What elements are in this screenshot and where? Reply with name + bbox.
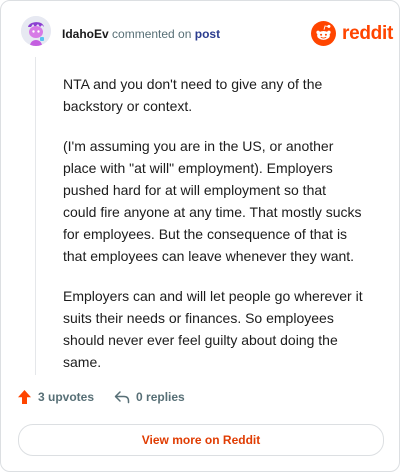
reply-button[interactable]: 0 replies <box>114 389 185 405</box>
upvote-count: 3 upvotes <box>38 390 95 404</box>
view-more-button[interactable]: View more on Reddit <box>18 424 384 456</box>
upvote-button[interactable]: 3 upvotes <box>17 389 94 405</box>
avatar-icon <box>21 16 51 46</box>
thread-line <box>35 57 36 375</box>
comment-header: IdahoEv commented on post <box>62 27 220 41</box>
reddit-wordmark: reddit <box>342 22 393 44</box>
comment-paragraph: Employers can and will let people go whe… <box>63 288 363 370</box>
comment-paragraph: NTA and you don't need to give any of th… <box>63 76 323 114</box>
comment-body: NTA and you don't need to give any of th… <box>63 73 363 391</box>
upvote-arrow-icon <box>18 390 31 404</box>
username-link[interactable]: IdahoEv <box>62 27 109 41</box>
reply-count: 0 replies <box>136 390 185 404</box>
reddit-brand[interactable]: reddit <box>311 21 393 46</box>
reply-arrow-icon <box>114 391 130 404</box>
comment-actions: 3 upvotes 0 replies <box>17 389 185 405</box>
reddit-snoo-icon <box>311 21 336 46</box>
header-action-text: commented on <box>112 27 192 41</box>
embedded-comment-card: IdahoEv commented on post reddit NTA and… <box>0 0 400 472</box>
comment-paragraph: (I'm assuming you are in the US, or anot… <box>63 138 362 264</box>
post-link[interactable]: post <box>195 27 220 41</box>
avatar[interactable] <box>21 16 51 46</box>
